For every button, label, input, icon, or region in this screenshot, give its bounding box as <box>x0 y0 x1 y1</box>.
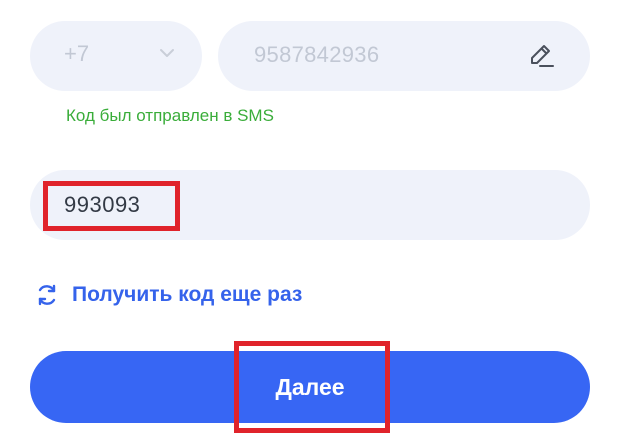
country-code-select[interactable]: +7 <box>30 21 202 91</box>
phone-number-field[interactable]: 9587842936 <box>218 21 590 91</box>
resend-code-link[interactable]: Получить код еще раз <box>34 280 302 310</box>
sms-sent-message: Код был отправлен в SMS <box>66 106 274 125</box>
refresh-icon <box>38 284 56 306</box>
pencil-icon[interactable] <box>526 41 556 71</box>
highlight-box-code <box>43 181 180 231</box>
highlight-box-next <box>234 341 390 433</box>
chevron-down-icon <box>160 49 174 57</box>
phone-number-value: 9587842936 <box>254 42 380 67</box>
country-code-value: +7 <box>64 41 90 66</box>
resend-code-label: Получить код еще раз <box>72 283 303 306</box>
